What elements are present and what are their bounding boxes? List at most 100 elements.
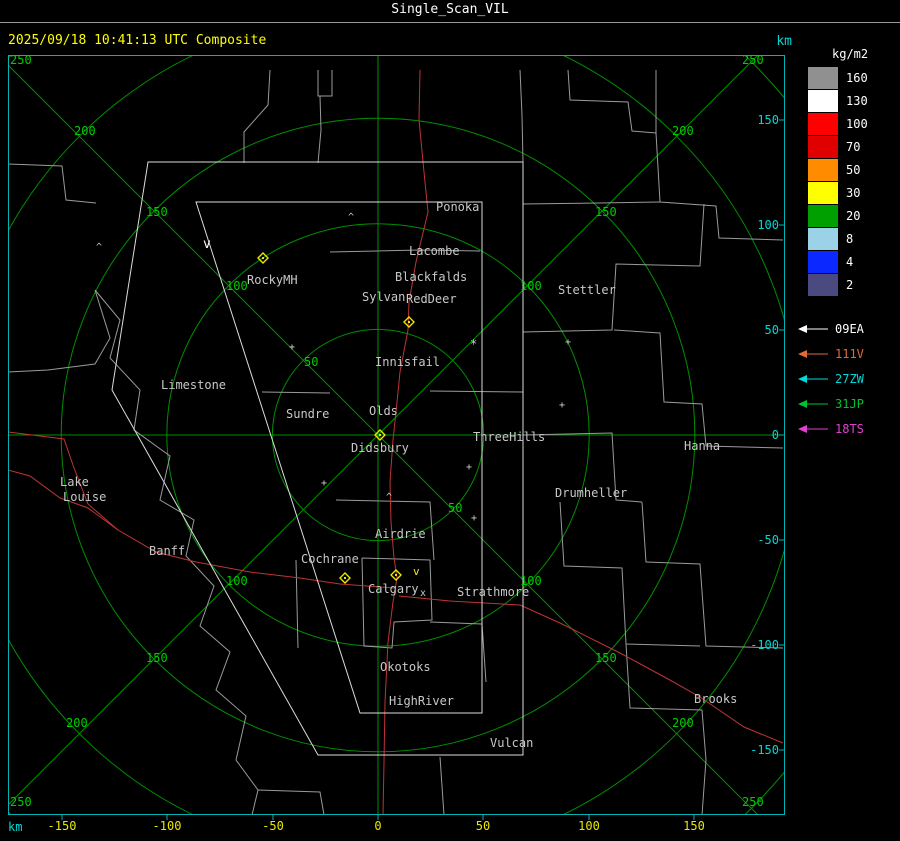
colorbar-swatch (808, 204, 838, 227)
site-legend-item: 111V (796, 341, 864, 366)
city-label: Ponoka (436, 200, 479, 214)
site-arrow-icon (798, 399, 828, 408)
city-label: RockyMH (247, 273, 298, 287)
city-label: Brooks (694, 692, 737, 706)
colorbar: 160 130 100 70 50 30 20 8 4 2 (808, 66, 868, 296)
city-label: Lake (60, 475, 89, 489)
range-distance-label: 50 (448, 501, 462, 515)
timestamp-label: 2025/09/18 10:41:13 UTC Composite (8, 33, 267, 48)
km-unit-top-label: km (776, 34, 792, 49)
colorbar-swatch (808, 66, 838, 89)
county-boundary-line (613, 329, 784, 449)
azimuth-spoke (377, 55, 759, 436)
county-boundary-line (522, 201, 661, 205)
radar-site-dot (262, 257, 264, 259)
county-boundary-line (261, 391, 331, 394)
colorbar-swatch (808, 250, 838, 273)
map-marker: v (413, 565, 420, 578)
county-boundary-line (317, 70, 333, 97)
city-label: ThreeHills (473, 430, 545, 444)
city-label: Drumheller (555, 486, 627, 500)
map-marker: v (203, 237, 211, 252)
colorbar-entry: 8 (808, 227, 868, 250)
city-label: Okotoks (380, 660, 431, 674)
map-marker: * (470, 337, 477, 351)
site-legend-item: 18TS (796, 416, 864, 441)
site-legend: 09EA 111V 27ZW 31JP 18TS (796, 316, 864, 441)
colorbar-swatch (808, 227, 838, 250)
site-arrow-icon (798, 349, 828, 358)
colorbar-unit-label: kg/m2 (832, 47, 869, 61)
km-unit-bottom-label: km (8, 820, 23, 834)
colorbar-value: 100 (846, 116, 868, 131)
colorbar-value: 20 (846, 208, 861, 223)
range-distance-label: 200 (672, 716, 694, 730)
range-distance-label: 200 (672, 124, 694, 138)
range-distance-label: 100 (226, 574, 248, 588)
site-arrow-icon (798, 374, 828, 383)
range-distance-label: 250 (10, 795, 32, 809)
map-marker: ^ (96, 242, 102, 253)
city-label: Innisfail (375, 355, 440, 369)
city-label: Lacombe (409, 244, 460, 258)
county-boundary-line (8, 163, 97, 204)
range-distance-label: 200 (66, 716, 88, 730)
range-distance-label: 100 (520, 279, 542, 293)
site-id-label: 27ZW (835, 371, 864, 386)
county-boundary-line (429, 390, 524, 393)
county-boundary-line (439, 756, 445, 815)
county-boundary-line (257, 789, 325, 815)
range-distance-label: 200 (74, 124, 96, 138)
colorbar-value: 30 (846, 185, 861, 200)
map-marker: + (321, 478, 327, 489)
colorbar-entry: 30 (808, 181, 868, 204)
colorbar-swatch (808, 112, 838, 135)
city-label: Didsbury (351, 441, 409, 455)
county-boundary-line (519, 69, 524, 163)
site-id-label: 09EA (835, 321, 864, 336)
colorbar-entry: 20 (808, 204, 868, 227)
site-id-label: 31JP (835, 396, 864, 411)
city-label: Cochrane (301, 552, 359, 566)
colorbar-entry: 2 (808, 273, 868, 296)
county-boundary-line (625, 643, 707, 815)
radar-site-dot (344, 577, 346, 579)
colorbar-value: 130 (846, 93, 868, 108)
colorbar-value: 50 (846, 162, 861, 177)
map-marker: + (471, 513, 477, 524)
range-distance-label: 150 (595, 205, 617, 219)
site-arrow-icon (798, 324, 828, 333)
colorbar-swatch (808, 273, 838, 296)
range-distance-label: 100 (226, 279, 248, 293)
range-distance-label: 150 (146, 205, 168, 219)
colorbar-entry: 50 (808, 158, 868, 181)
city-label: Airdrie (375, 527, 426, 541)
city-label: Hanna (684, 439, 720, 453)
site-id-label: 111V (835, 346, 864, 361)
range-distance-label: 50 (304, 355, 318, 369)
colorbar-swatch (808, 158, 838, 181)
city-label: Sylvan (362, 290, 405, 304)
colorbar-entry: 4 (808, 250, 868, 273)
city-label: HighRiver (389, 694, 454, 708)
colorbar-entry: 100 (808, 112, 868, 135)
colorbar-entry: 70 (808, 135, 868, 158)
site-id-label: 18TS (835, 421, 864, 436)
colorbar-value: 70 (846, 139, 861, 154)
city-label: Calgary (368, 582, 419, 596)
city-label: RedDeer (406, 292, 457, 306)
county-boundary-line (8, 289, 111, 373)
radar-map[interactable]: 250 250250 250200 200200 200150 150150 150100 1… (0, 0, 900, 841)
colorbar-value: 2 (846, 277, 854, 292)
county-boundary-line (641, 501, 784, 649)
city-label: Olds (369, 404, 398, 418)
city-label: Sundre (286, 407, 329, 421)
county-boundary-line (317, 95, 322, 164)
range-distance-label: 250 (742, 795, 764, 809)
map-marker: x (420, 588, 426, 599)
colorbar-entry: 130 (808, 89, 868, 112)
map-marker: ^ (386, 492, 392, 503)
map-marker: + (289, 342, 295, 353)
map-marker: + (559, 400, 565, 411)
city-label: Blackfalds (395, 270, 467, 284)
